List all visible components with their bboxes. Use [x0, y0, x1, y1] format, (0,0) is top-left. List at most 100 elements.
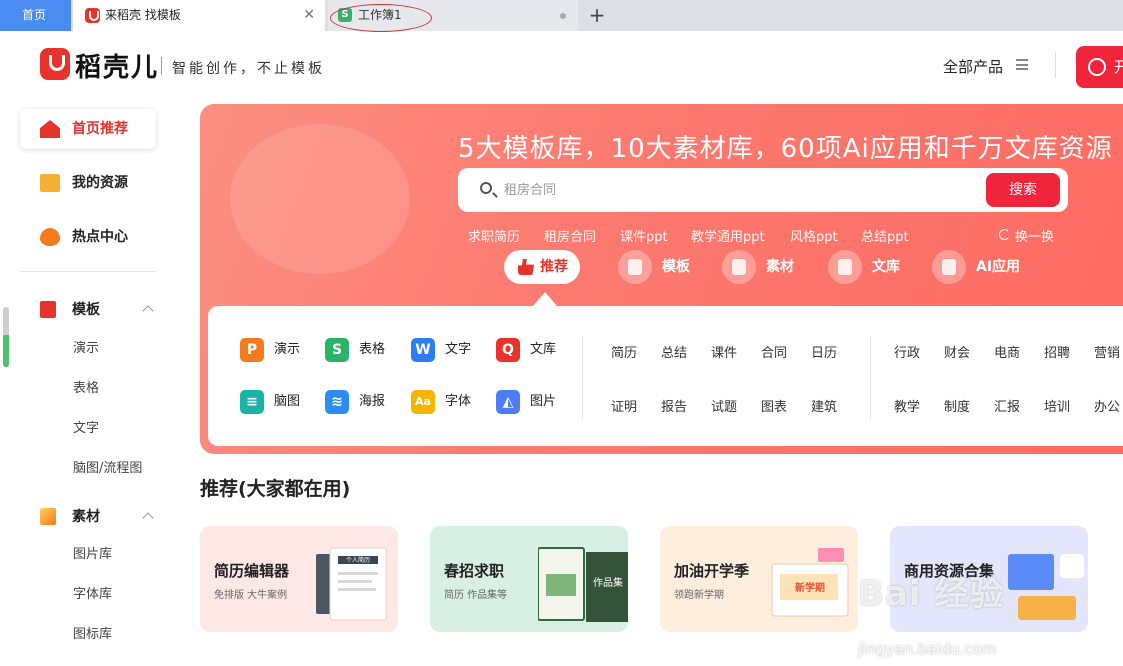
sidebar-subitem-icons[interactable]: 图标库 — [73, 625, 112, 645]
tab-docer-title: 来稻壳 找模板 — [105, 8, 181, 22]
app-library[interactable]: Q 文库 — [496, 338, 556, 362]
menu-icon[interactable] — [1016, 59, 1028, 70]
card-subtitle: 领跑新学期 — [674, 590, 724, 601]
category-link[interactable]: 教学 — [894, 396, 920, 415]
banner-decoration — [230, 124, 410, 274]
tab-workbook[interactable]: S 工作簿1 — [328, 0, 578, 31]
sidebar-subitem-spreadsheet[interactable]: 表格 — [73, 379, 99, 399]
category-ai-apps[interactable]: AI应用 — [932, 250, 1020, 284]
search-button[interactable]: 搜索 — [986, 173, 1060, 207]
close-icon[interactable]: ✕ — [303, 0, 315, 31]
brand-logo-icon[interactable] — [40, 48, 70, 80]
folder-icon — [40, 174, 60, 192]
chevron-up-icon[interactable] — [142, 512, 154, 524]
sidebar-section-templates[interactable]: 模板 — [20, 298, 160, 322]
refresh-icon — [999, 229, 1010, 240]
category-link[interactable]: 简历 — [611, 342, 637, 361]
hot-tag[interactable]: 求职简历 — [468, 226, 520, 245]
sidebar-subitem-images[interactable]: 图片库 — [73, 545, 112, 565]
category-link[interactable]: 行政 — [894, 342, 920, 361]
sidebar-subitem-presentation[interactable]: 演示 — [73, 339, 99, 359]
category-link[interactable]: 制度 — [944, 396, 970, 415]
category-link[interactable]: 日历 — [811, 342, 837, 361]
category-link[interactable]: 办公 — [1094, 396, 1120, 415]
category-link[interactable]: 合同 — [761, 342, 787, 361]
resume-illustration-icon: 个人简历 — [316, 547, 387, 621]
tab-docer[interactable]: 来稻壳 找模板 ✕ — [73, 0, 325, 31]
category-link[interactable]: 汇报 — [994, 396, 1020, 415]
category-templates[interactable]: 模板 — [618, 250, 690, 284]
book-icon — [828, 250, 862, 284]
category-link[interactable]: 营销 — [1094, 342, 1120, 361]
scrollbar[interactable] — [3, 307, 9, 367]
font-icon: Aa — [411, 390, 435, 414]
fire-icon — [40, 228, 60, 246]
app-document[interactable]: W 文字 — [411, 338, 471, 362]
category-library[interactable]: 文库 — [828, 250, 900, 284]
tab-workbook-title: 工作簿1 — [358, 8, 402, 22]
hot-tag[interactable]: 教学通用ppt — [691, 226, 765, 245]
sidebar-item-hot-center[interactable]: 热点中心 — [20, 217, 156, 257]
panel-divider — [870, 336, 871, 420]
refresh-label: 换一换 — [1015, 230, 1055, 245]
all-products-link[interactable]: 全部产品 — [943, 56, 1003, 77]
recommend-heading: 推荐(大家都在用) — [200, 478, 351, 500]
sidebar-item-label: 首页推荐 — [72, 121, 128, 137]
brand-slogan: 智能创作，不止模板 — [172, 61, 325, 77]
poster-icon: ≋ — [325, 390, 349, 414]
brand-name[interactable]: 稻壳儿 — [75, 47, 159, 84]
category-link[interactable]: 培训 — [1044, 396, 1070, 415]
category-recommend[interactable]: 推荐 — [504, 250, 580, 284]
image-icon: ◭ — [496, 390, 520, 414]
category-link[interactable]: 报告 — [661, 396, 687, 415]
category-link[interactable]: 电商 — [994, 342, 1020, 361]
category-materials[interactable]: 素材 — [722, 250, 794, 284]
sidebar-section-materials[interactable]: 素材 — [20, 505, 160, 529]
refresh-button[interactable]: 换一换 — [999, 226, 1054, 245]
hot-tag[interactable]: 租房合同 — [544, 226, 596, 245]
search-input[interactable] — [504, 168, 974, 212]
hot-tag[interactable]: 课件ppt — [620, 226, 668, 245]
app-poster[interactable]: ≋ 海报 — [325, 390, 385, 414]
hot-tag[interactable]: 总结ppt — [861, 226, 909, 245]
sidebar-subitem-document[interactable]: 文字 — [73, 419, 99, 439]
category-link[interactable]: 招聘 — [1044, 342, 1070, 361]
card-back-to-school[interactable]: 加油开学季 领跑新学期 新学期 — [660, 526, 858, 632]
app-font[interactable]: Aa 字体 — [411, 390, 471, 414]
category-link[interactable]: 建筑 — [811, 396, 837, 415]
new-tab-button[interactable]: + — [585, 3, 609, 27]
chevron-up-icon[interactable] — [142, 305, 154, 317]
card-spring-recruit[interactable]: 春招求职 简历 作品集等 作品集 — [430, 526, 628, 632]
app-presentation[interactable]: P 演示 — [240, 338, 300, 362]
sidebar-item-home[interactable]: 首页推荐 — [20, 109, 156, 149]
unsaved-dot-icon — [560, 13, 566, 19]
app-mindmap[interactable]: ≡ 脑图 — [240, 390, 300, 414]
sidebar-item-label: 热点中心 — [72, 229, 128, 245]
card-resume-editor[interactable]: 简历编辑器 免排版 大牛案例 个人简历 — [200, 526, 398, 632]
app-label: 脑图 — [274, 394, 301, 409]
sidebar-subitem-fonts[interactable]: 字体库 — [73, 585, 112, 605]
app-image[interactable]: ◭ 图片 — [496, 390, 556, 414]
card-subtitle: 简历 作品集等 — [444, 590, 508, 601]
app-spreadsheet[interactable]: S 表格 — [325, 338, 385, 362]
search-box: 搜索 — [458, 168, 1068, 212]
watermark-url: jingyan.baidu.com — [858, 640, 997, 658]
hot-tag[interactable]: 风格ppt — [790, 226, 838, 245]
category-link[interactable]: 总结 — [661, 342, 687, 361]
portfolio-illustration-icon: 作品集 — [538, 547, 628, 622]
tab-home[interactable]: 首页 — [0, 0, 71, 31]
category-label: 推荐 — [540, 259, 568, 275]
sidebar-item-my-resources[interactable]: 我的资源 — [20, 163, 156, 203]
category-link[interactable]: 课件 — [711, 342, 737, 361]
category-link[interactable]: 试题 — [711, 396, 737, 415]
spreadsheet-icon: S — [325, 338, 349, 362]
category-link[interactable]: 财会 — [944, 342, 970, 361]
category-link[interactable]: 证明 — [611, 396, 637, 415]
sidebar-subitem-mindmap[interactable]: 脑图/流程图 — [73, 459, 142, 479]
card-subtitle: 免排版 大牛案例 — [214, 590, 288, 601]
active-pointer — [533, 292, 557, 306]
category-link[interactable]: 图表 — [761, 396, 787, 415]
app-label: 表格 — [359, 342, 386, 357]
card-title: 简历编辑器 — [214, 562, 290, 580]
template-icon — [40, 301, 56, 318]
